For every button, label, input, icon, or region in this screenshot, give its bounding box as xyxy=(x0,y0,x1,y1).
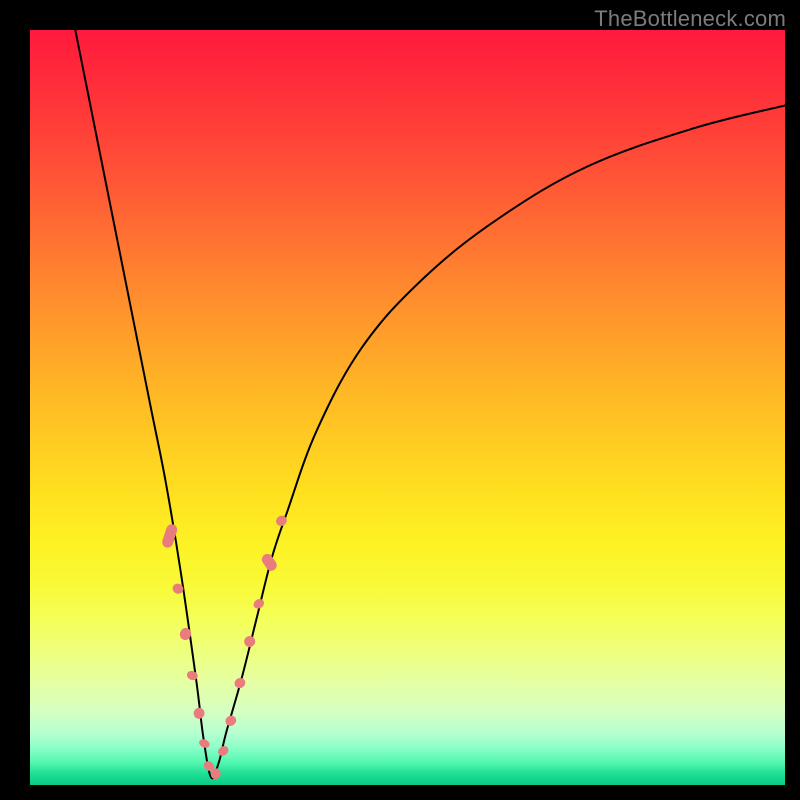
chart-frame: TheBottleneck.com xyxy=(0,0,800,800)
curve-marker xyxy=(224,714,239,728)
plot-area xyxy=(30,30,785,785)
curve-marker xyxy=(252,597,266,610)
curve-marker xyxy=(198,738,211,750)
watermark-text: TheBottleneck.com xyxy=(594,6,786,32)
curve-marker xyxy=(233,676,247,690)
curve-marker xyxy=(260,552,279,573)
curve-marker xyxy=(192,706,206,720)
curve-marker xyxy=(242,634,257,649)
curve-layer xyxy=(30,30,785,785)
bottleneck-curve xyxy=(75,30,785,778)
